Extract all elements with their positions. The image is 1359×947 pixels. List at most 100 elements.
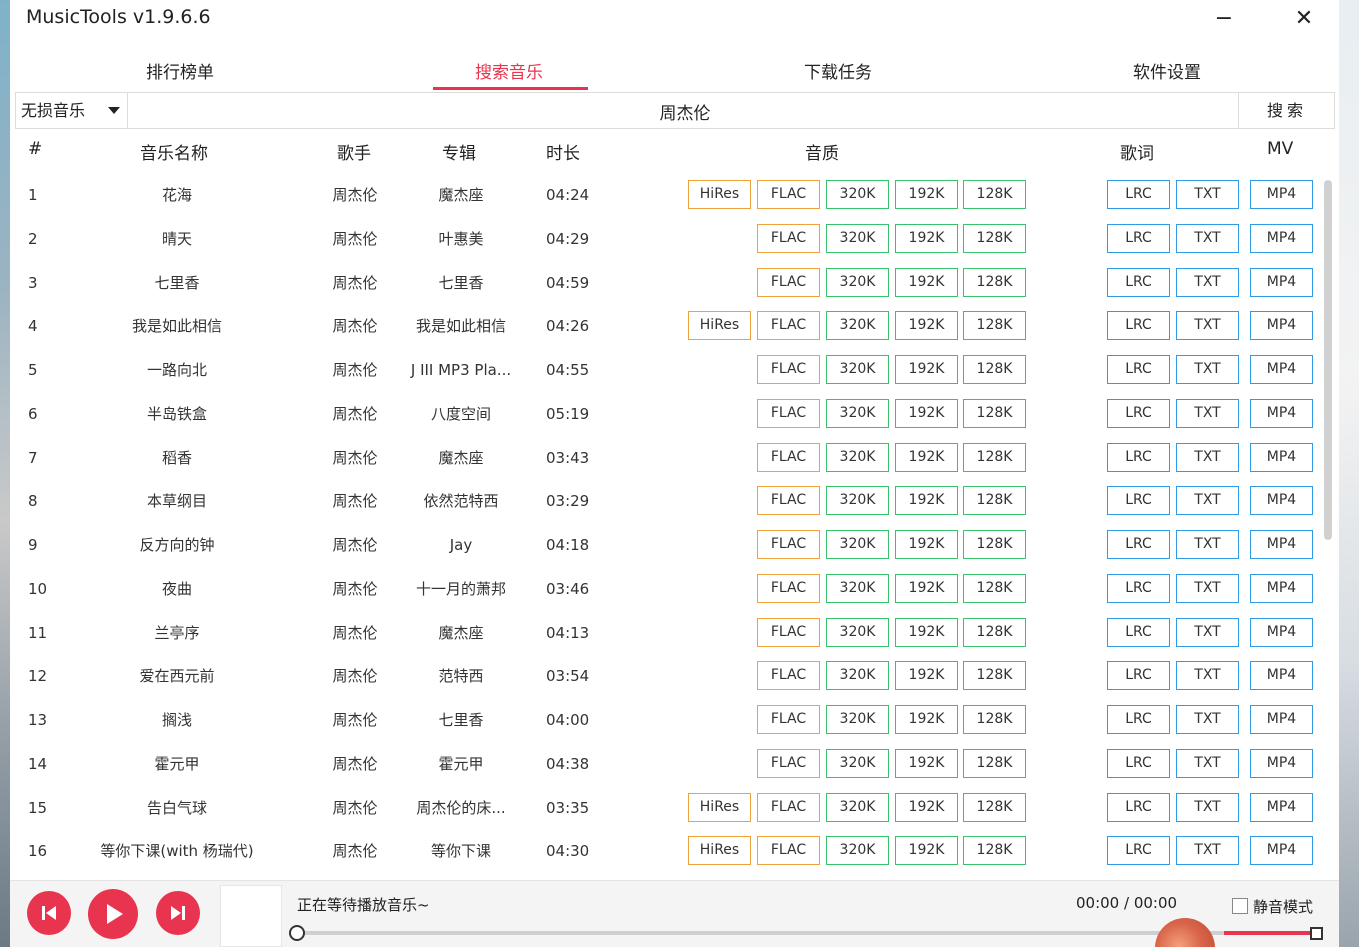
quality-320k-button[interactable]: 320K xyxy=(826,792,889,822)
tab-charts[interactable]: 排行榜单 xyxy=(100,58,260,83)
lrc-button[interactable]: LRC xyxy=(1107,355,1170,384)
quality-320k-button[interactable]: 320K xyxy=(826,355,889,384)
quality-320k-button[interactable]: 320K xyxy=(826,705,889,734)
mp4-button[interactable]: MP4 xyxy=(1250,442,1313,472)
flac-button[interactable]: FLAC xyxy=(757,573,820,603)
search-button[interactable]: 搜索 xyxy=(1238,93,1335,128)
quality-320k-button[interactable]: 320K xyxy=(826,530,889,559)
quality-192k-button[interactable]: 192K xyxy=(895,617,958,647)
quality-192k-button[interactable]: 192K xyxy=(895,223,958,253)
lrc-button[interactable]: LRC xyxy=(1107,836,1170,866)
quality-192k-button[interactable]: 192K xyxy=(895,355,958,384)
quality-192k-button[interactable]: 192K xyxy=(895,748,958,778)
txt-button[interactable]: TXT xyxy=(1176,530,1239,559)
mp4-button[interactable]: MP4 xyxy=(1250,705,1313,734)
quality-192k-button[interactable]: 192K xyxy=(895,705,958,734)
lrc-button[interactable]: LRC xyxy=(1107,486,1170,516)
quality-192k-button[interactable]: 192K xyxy=(895,311,958,341)
close-button[interactable]: ✕ xyxy=(1284,4,1324,34)
quality-128k-button[interactable]: 128K xyxy=(963,442,1026,472)
txt-button[interactable]: TXT xyxy=(1176,617,1239,647)
quality-192k-button[interactable]: 192K xyxy=(895,398,958,428)
mp4-button[interactable]: MP4 xyxy=(1250,661,1313,691)
flac-button[interactable]: FLAC xyxy=(757,267,820,297)
mp4-button[interactable]: MP4 xyxy=(1250,267,1313,297)
txt-button[interactable]: TXT xyxy=(1176,267,1239,297)
lrc-button[interactable]: LRC xyxy=(1107,792,1170,822)
flac-button[interactable]: FLAC xyxy=(757,311,820,341)
quality-128k-button[interactable]: 128K xyxy=(963,180,1026,209)
search-input[interactable] xyxy=(128,93,1242,130)
table-row[interactable]: 1 花海 周杰伦 魔杰座 04:24 HiRes FLAC 320K 192K 128K LRC TX… xyxy=(10,180,1320,224)
flac-button[interactable]: FLAC xyxy=(757,705,820,734)
quality-128k-button[interactable]: 128K xyxy=(963,267,1026,297)
quality-128k-button[interactable]: 128K xyxy=(963,792,1026,822)
quality-320k-button[interactable]: 320K xyxy=(826,223,889,253)
lrc-button[interactable]: LRC xyxy=(1107,223,1170,253)
lrc-button[interactable]: LRC xyxy=(1107,180,1170,209)
quality-192k-button[interactable]: 192K xyxy=(895,267,958,297)
hires-button[interactable]: HiRes xyxy=(688,180,751,209)
flac-button[interactable]: FLAC xyxy=(757,442,820,472)
lrc-button[interactable]: LRC xyxy=(1107,617,1170,647)
progress-slider-handle[interactable] xyxy=(289,925,305,941)
flac-button[interactable]: FLAC xyxy=(757,617,820,647)
source-select[interactable]: 无损音乐 xyxy=(16,93,128,128)
flac-button[interactable]: FLAC xyxy=(757,661,820,691)
quality-320k-button[interactable]: 320K xyxy=(826,267,889,297)
quality-128k-button[interactable]: 128K xyxy=(963,617,1026,647)
table-row[interactable]: 5 一路向北 周杰伦 J III MP3 Pla... 04:55 FLAC 320K 192… xyxy=(10,355,1320,399)
hires-button[interactable]: HiRes xyxy=(688,311,751,341)
quality-320k-button[interactable]: 320K xyxy=(826,661,889,691)
play-button[interactable] xyxy=(88,889,138,939)
txt-button[interactable]: TXT xyxy=(1176,792,1239,822)
table-row[interactable]: 9 反方向的钟 周杰伦 Jay 04:18 FLAC 320K 192K 128K LRC TXT M… xyxy=(10,530,1320,574)
table-row[interactable]: 14 霍元甲 周杰伦 霍元甲 04:38 FLAC 320K 192K 128K LRC TXT MP… xyxy=(10,748,1320,793)
flac-button[interactable]: FLAC xyxy=(757,748,820,778)
volume-slider-handle[interactable] xyxy=(1310,927,1323,940)
lrc-button[interactable]: LRC xyxy=(1107,661,1170,691)
quality-128k-button[interactable]: 128K xyxy=(963,355,1026,384)
mp4-button[interactable]: MP4 xyxy=(1250,223,1313,253)
mute-checkbox[interactable] xyxy=(1232,898,1248,914)
table-row[interactable]: 10 夜曲 周杰伦 十一月的萧邦 03:46 FLAC 320K 192K 128K LRC TXT… xyxy=(10,573,1320,618)
hires-button[interactable]: HiRes xyxy=(688,792,751,822)
quality-128k-button[interactable]: 128K xyxy=(963,748,1026,778)
quality-320k-button[interactable]: 320K xyxy=(826,398,889,428)
txt-button[interactable]: TXT xyxy=(1176,442,1239,472)
table-row[interactable]: 12 爱在西元前 周杰伦 范特西 03:54 FLAC 320K 192K 128K LRC TXT… xyxy=(10,661,1320,705)
quality-128k-button[interactable]: 128K xyxy=(963,530,1026,559)
table-row[interactable]: 16 等你下课(with 杨瑞代) 周杰伦 等你下课 04:30 HiRes FLAC 320… xyxy=(10,836,1320,880)
table-row[interactable]: 4 我是如此相信 周杰伦 我是如此相信 04:26 HiRes FLAC 320K 192K 12… xyxy=(10,311,1320,355)
txt-button[interactable]: TXT xyxy=(1176,223,1239,253)
quality-192k-button[interactable]: 192K xyxy=(895,836,958,866)
quality-320k-button[interactable]: 320K xyxy=(826,748,889,778)
quality-128k-button[interactable]: 128K xyxy=(963,573,1026,603)
previous-button[interactable] xyxy=(27,891,71,935)
flac-button[interactable]: FLAC xyxy=(757,836,820,866)
mp4-button[interactable]: MP4 xyxy=(1250,836,1313,866)
quality-128k-button[interactable]: 128K xyxy=(963,223,1026,253)
txt-button[interactable]: TXT xyxy=(1176,661,1239,691)
flac-button[interactable]: FLAC xyxy=(757,180,820,209)
quality-192k-button[interactable]: 192K xyxy=(895,573,958,603)
mp4-button[interactable]: MP4 xyxy=(1250,398,1313,428)
quality-320k-button[interactable]: 320K xyxy=(826,617,889,647)
lrc-button[interactable]: LRC xyxy=(1107,442,1170,472)
mp4-button[interactable]: MP4 xyxy=(1250,748,1313,778)
mp4-button[interactable]: MP4 xyxy=(1250,792,1313,822)
table-row[interactable]: 15 告白气球 周杰伦 周杰伦的床... 03:35 HiRes FLAC 320K 192K 1… xyxy=(10,792,1320,837)
volume-slider[interactable] xyxy=(1224,931,1314,935)
hires-button[interactable]: HiRes xyxy=(688,836,751,866)
lrc-button[interactable]: LRC xyxy=(1107,398,1170,428)
lrc-button[interactable]: LRC xyxy=(1107,748,1170,778)
quality-192k-button[interactable]: 192K xyxy=(895,530,958,559)
minimize-button[interactable]: − xyxy=(1204,4,1244,34)
lrc-button[interactable]: LRC xyxy=(1107,530,1170,559)
flac-button[interactable]: FLAC xyxy=(757,530,820,559)
table-row[interactable]: 11 兰亭序 周杰伦 魔杰座 04:13 FLAC 320K 192K 128K LRC TXT MP… xyxy=(10,617,1320,662)
quality-320k-button[interactable]: 320K xyxy=(826,573,889,603)
quality-192k-button[interactable]: 192K xyxy=(895,180,958,209)
txt-button[interactable]: TXT xyxy=(1176,748,1239,778)
lrc-button[interactable]: LRC xyxy=(1107,705,1170,734)
